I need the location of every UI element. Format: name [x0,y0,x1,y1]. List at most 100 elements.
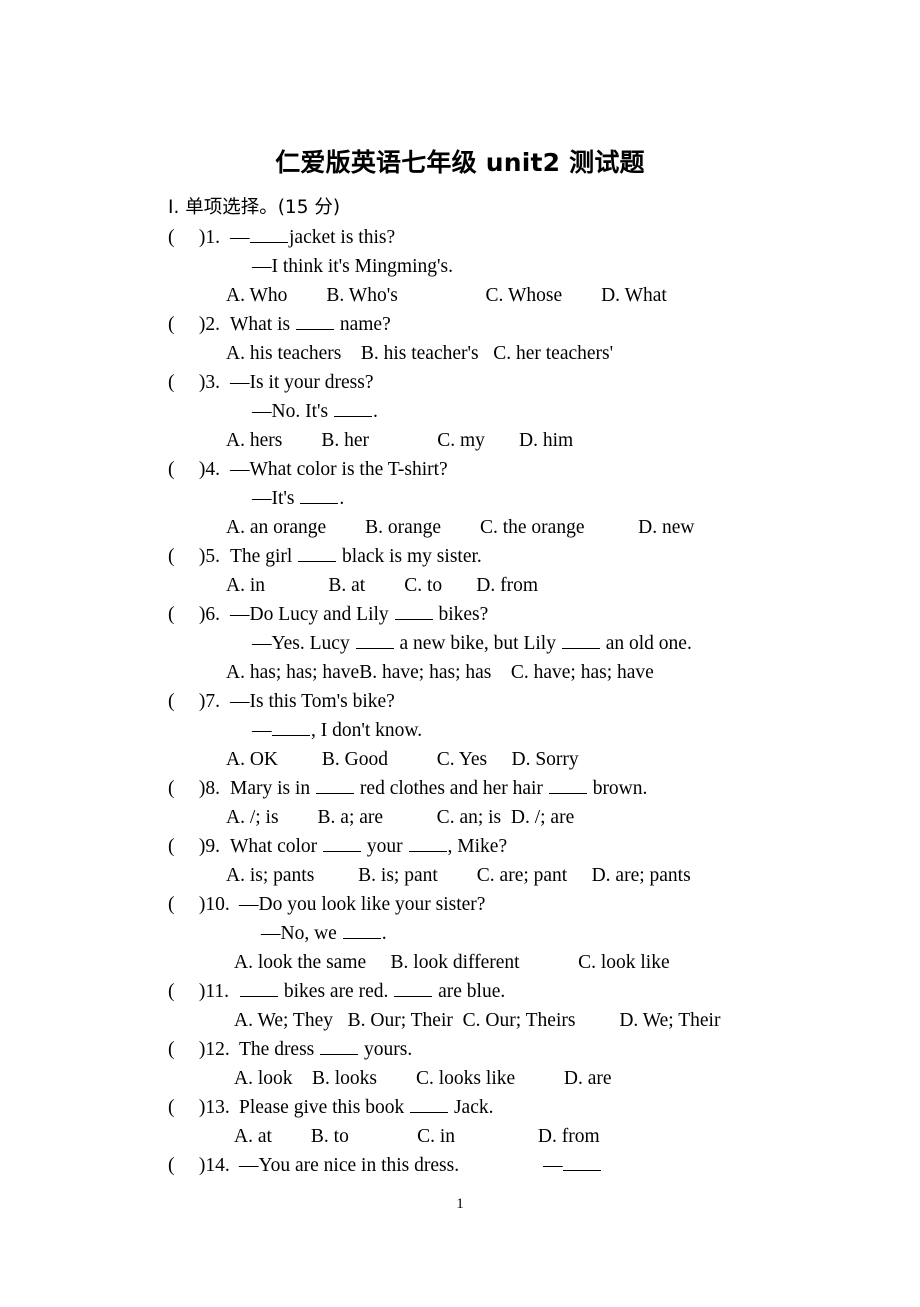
question-dialog-line: —It's . [0,484,920,513]
fill-blank[interactable] [355,634,394,649]
question-row: ( )4. —What color is the T-shirt? [0,455,920,484]
page-title: 仁爱版英语七年级 unit2 测试题 [275,148,645,177]
dialog-text: —No, we . [261,919,387,948]
question-options: A. hers B. her C. my D. him [0,426,920,455]
fill-blank[interactable] [563,1156,602,1171]
question-stem: What color your , Mike? [230,832,507,861]
option-text[interactable]: A. has; has; haveB. have; has; has C. ha… [226,658,654,687]
fill-blank[interactable] [561,634,600,649]
question-marker[interactable]: ( )4. [168,455,220,484]
question-stem-text: black is my sister. [337,546,482,567]
question-marker[interactable]: ( )8. [168,774,220,803]
question-options: A. look B. looks C. looks like D. are [0,1064,920,1093]
question-stem-pre: Please give this book [239,1097,410,1118]
question-stem-text: , Mike? [447,836,508,857]
fill-blank[interactable] [298,547,337,562]
question-row: ( )13. Please give this book Jack. [0,1093,920,1122]
question-stem: —Is it your dress? [230,372,374,393]
question-stem-text: jacket is this? [289,227,396,248]
dialog-text-tail: . [339,488,345,509]
question-dialog-line: —No, we . [0,919,920,948]
question-marker[interactable]: ( )3. [168,368,220,397]
dialog-text: — , I don't know. [252,716,422,745]
question-marker[interactable]: ( )7. [168,687,220,716]
fill-blank[interactable] [316,779,355,794]
dialog-text-tail: . [372,401,378,422]
question-marker[interactable]: ( )12. [168,1035,230,1064]
option-text[interactable]: A. an orange B. orange C. the orange D. … [226,513,694,542]
question-stem: The dress yours. [239,1035,412,1064]
fill-blank[interactable] [394,982,433,997]
question-options: A. his teachers B. his teacher's C. her … [0,339,920,368]
fill-blank[interactable] [295,315,334,330]
question-stem-mid: your [362,836,408,857]
question-options: A. /; is B. a; are C. an; is D. /; are [0,803,920,832]
question-marker[interactable]: ( )11. [168,977,229,1006]
question-row: ( )12. The dress yours. [0,1035,920,1064]
question-stem-text: name? [334,314,391,335]
fill-blank[interactable] [333,402,372,417]
fill-blank[interactable] [272,721,310,736]
question-row: ( )1. — jacket is this? [0,223,920,252]
question-marker[interactable]: ( )1. [168,223,220,252]
question-stem-text: —You are nice in this dress. [239,1155,460,1176]
option-text[interactable]: A. OK B. Good C. Yes D. Sorry [226,745,579,774]
question-row: ( )11. bikes are red. are blue. [0,977,920,1006]
fill-blank[interactable] [240,982,278,997]
option-text[interactable]: A. is; pants B. is; pant C. are; pant D.… [226,861,691,890]
fill-blank[interactable] [394,605,433,620]
question-stem-text: yours. [359,1039,413,1060]
question-dialog-line: —No. It's . [0,397,920,426]
option-text[interactable]: A. hers B. her C. my D. him [226,426,573,455]
question-row: ( )6. —Do Lucy and Lily bikes? [0,600,920,629]
question-row: ( )7. —Is this Tom's bike? [0,687,920,716]
dash-glyph: — [252,720,272,741]
question-stem-pre: Mary is in [230,778,316,799]
question-marker[interactable]: ( )14. [168,1151,230,1180]
option-text[interactable]: A. in B. at C. to D. from [226,571,538,600]
fill-blank[interactable] [548,779,587,794]
fill-blank[interactable] [408,837,447,852]
question-marker[interactable]: ( )6. [168,600,220,629]
question-marker[interactable]: ( )2. [168,310,220,339]
question-stem: What is name? [230,310,391,339]
question-marker[interactable]: ( )10. [168,890,230,919]
dialog-text: —Yes. Lucy a new bike, but Lily an old o… [252,629,692,658]
question-stem-mid: red clothes and her hair [355,778,548,799]
dialog-text-pre: —It's [252,488,300,509]
question-options: A. has; has; haveB. have; has; has C. ha… [0,658,920,687]
fill-blank[interactable] [342,924,381,939]
option-text[interactable]: A. We; They B. Our; Their C. Our; Theirs… [234,1006,720,1035]
question-options: A. OK B. Good C. Yes D. Sorry [0,745,920,774]
option-text[interactable]: A. look B. looks C. looks like D. are [234,1064,612,1093]
dialog-text-pre: —No. It's [252,401,333,422]
question-stem: —Is this Tom's bike? [230,691,395,712]
question-row: ( )14. —You are nice in this dress. — [0,1151,920,1180]
question-row: ( )10. —Do you look like your sister? [0,890,920,919]
option-text[interactable]: A. look the same B. look different C. lo… [234,948,670,977]
question-stem: —You are nice in this dress. — [239,1151,602,1180]
question-marker[interactable]: ( )13. [168,1093,230,1122]
question-options: A. at B. to C. in D. from [0,1122,920,1151]
question-row: ( )3. —Is it your dress? [0,368,920,397]
question-marker[interactable]: ( )9. [168,832,220,861]
fill-blank[interactable] [250,228,288,243]
question-stem: — jacket is this? [230,223,395,252]
question-options: A. We; They B. Our; Their C. Our; Theirs… [0,1006,920,1035]
question-stem-text: Jack. [449,1097,494,1118]
question-options: A. is; pants B. is; pant C. are; pant D.… [0,861,920,890]
question-options: A. look the same B. look different C. lo… [0,948,920,977]
option-text[interactable]: A. his teachers B. his teacher's C. her … [226,339,613,368]
fill-blank[interactable] [410,1098,449,1113]
question-stem-pre: —Do Lucy and Lily [230,604,394,625]
question-marker[interactable]: ( )5. [168,542,220,571]
fill-blank[interactable] [323,837,362,852]
fill-blank[interactable] [320,1040,359,1055]
question-stem: Please give this book Jack. [239,1093,493,1122]
question-stem-text: are blue. [433,981,506,1002]
fill-blank[interactable] [300,489,339,504]
option-text[interactable]: A. at B. to C. in D. from [234,1122,600,1151]
question-stem-pre: What color [230,836,323,857]
option-text[interactable]: A. /; is B. a; are C. an; is D. /; are [226,803,574,832]
option-text[interactable]: A. Who B. Who's C. Whose D. What [226,281,667,310]
